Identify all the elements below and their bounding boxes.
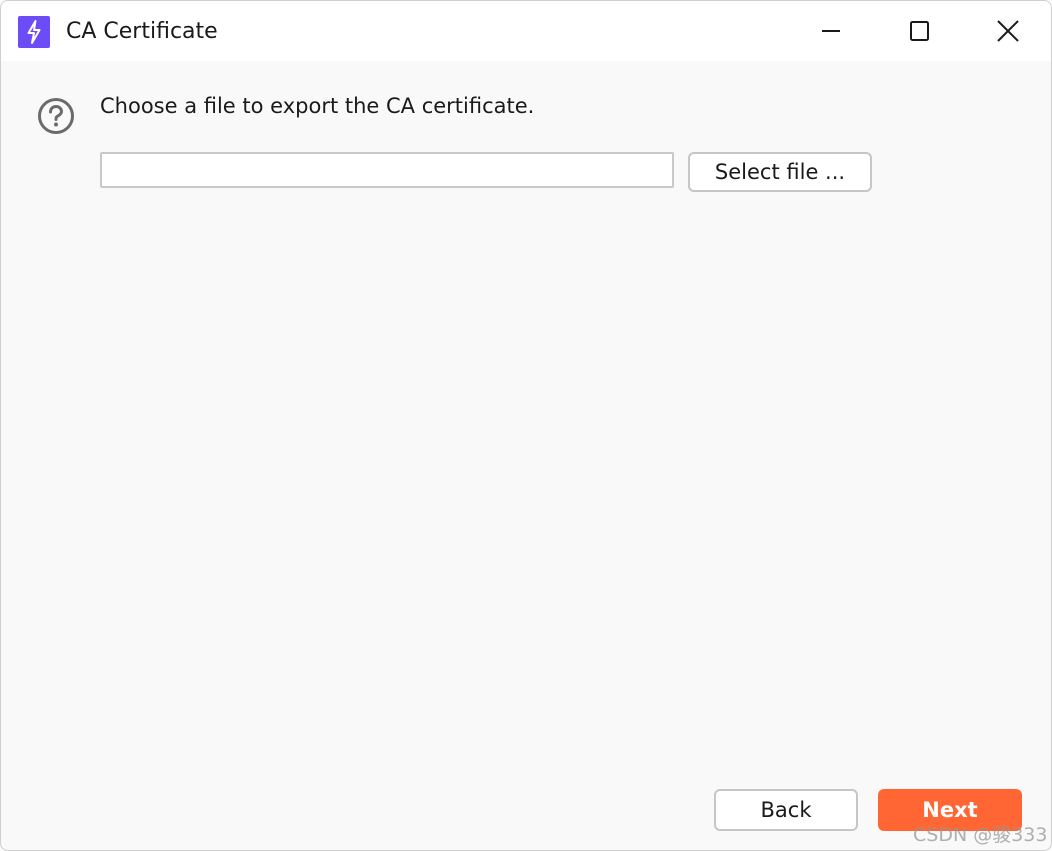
question-circle-icon (37, 97, 75, 135)
close-button[interactable] (963, 1, 1051, 61)
maximize-icon (910, 21, 929, 41)
maximize-button[interactable] (875, 1, 963, 61)
close-icon (997, 20, 1019, 42)
window-title: CA Certificate (66, 19, 218, 44)
instruction-text: Choose a file to export the CA certifica… (100, 94, 535, 118)
file-path-input[interactable] (100, 152, 674, 188)
lightning-bolt-icon (18, 16, 50, 48)
select-file-button[interactable]: Select file ... (688, 152, 872, 192)
title-bar[interactable]: CA Certificate (1, 1, 1051, 61)
back-button[interactable]: Back (714, 789, 858, 831)
minimize-icon (822, 30, 840, 32)
watermark-text: CSDN @骏333 (913, 824, 1048, 846)
minimize-button[interactable] (787, 1, 875, 61)
dialog-window: CA Certificate Choose a file to export t… (0, 0, 1052, 851)
